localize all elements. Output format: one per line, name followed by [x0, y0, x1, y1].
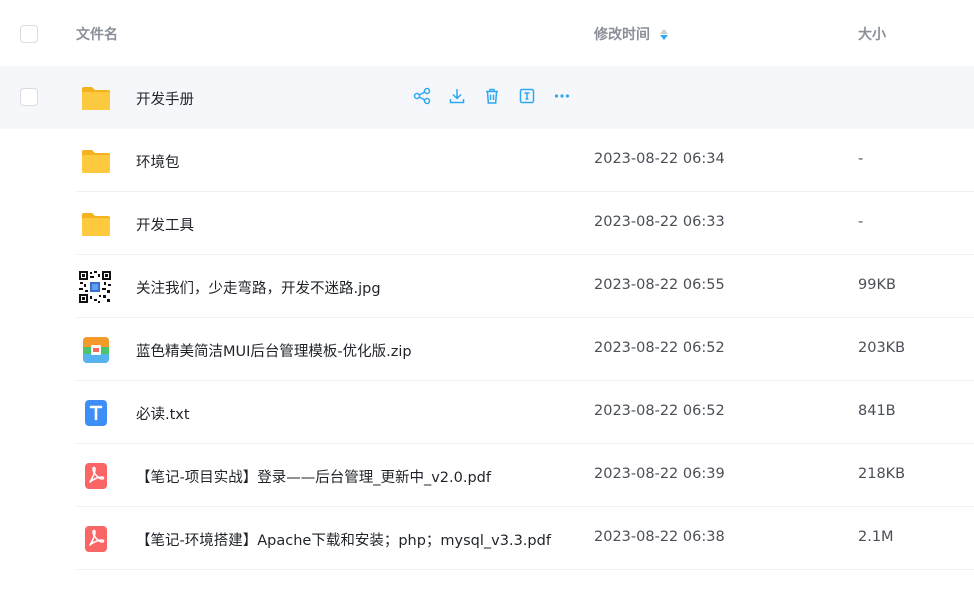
modified-time: 2023-08-22 06:52 [594, 340, 725, 356]
table-row[interactable]: 蓝色精美简洁MUI后台管理模板-优化版.zip 2023-08-22 06:52… [0, 318, 974, 381]
delete-icon[interactable] [482, 86, 502, 106]
text-file-icon [80, 397, 112, 429]
column-header-name[interactable]: 文件名 [76, 24, 118, 44]
row-actions [412, 86, 572, 106]
download-icon[interactable] [447, 86, 467, 106]
table-row[interactable]: 【笔记-项目实战】登录——后台管理_更新中_v2.0.pdf 2023-08-2… [0, 444, 974, 507]
folder-icon [80, 145, 112, 177]
select-all-checkbox[interactable] [20, 25, 38, 43]
table-header: 文件名 修改时间 大小 [0, 0, 974, 66]
file-name[interactable]: 关注我们，少走弯路，开发不迷路.jpg [136, 277, 381, 298]
column-header-modified-time[interactable]: 修改时间 [594, 24, 668, 44]
table-row[interactable]: 开发手册 [0, 66, 974, 129]
modified-time: 2023-08-22 06:55 [594, 277, 725, 293]
table-row[interactable]: 必读.txt 2023-08-22 06:52 841B [0, 381, 974, 444]
file-size: 218KB [858, 466, 906, 482]
file-name[interactable]: 【笔记-项目实战】登录——后台管理_更新中_v2.0.pdf [136, 466, 491, 487]
table-row[interactable]: 开发工具 2023-08-22 06:33 - [0, 192, 974, 255]
modified-time: 2023-08-22 06:39 [594, 466, 725, 482]
row-checkbox[interactable] [20, 88, 38, 106]
rename-icon[interactable] [517, 86, 537, 106]
pdf-file-icon [80, 460, 112, 492]
file-name[interactable]: 【笔记-环境搭建】Apache下载和安装；php；mysql_v3.3.pdf [136, 529, 551, 550]
file-size: 841B [858, 403, 896, 419]
file-size: 203KB [858, 340, 906, 356]
file-name[interactable]: 蓝色精美简洁MUI后台管理模板-优化版.zip [136, 340, 412, 361]
file-name[interactable]: 必读.txt [136, 403, 190, 424]
column-header-size[interactable]: 大小 [858, 24, 886, 44]
folder-icon [80, 82, 112, 114]
folder-icon [80, 208, 112, 240]
table-row[interactable]: 环境包 2023-08-22 06:34 - [0, 129, 974, 192]
share-icon[interactable] [412, 86, 432, 106]
modified-time: 2023-08-22 06:33 [594, 214, 725, 230]
modified-time: 2023-08-22 06:34 [594, 151, 725, 167]
file-table: 文件名 修改时间 大小 开发手册 环境包 2023-08-22 06:34 - … [0, 0, 974, 570]
file-size: - [858, 214, 864, 230]
qr-code-image-icon [78, 270, 112, 304]
file-name[interactable]: 开发手册 [136, 88, 194, 109]
file-name[interactable]: 开发工具 [136, 214, 194, 235]
table-row[interactable]: 关注我们，少走弯路，开发不迷路.jpg 2023-08-22 06:55 99K… [0, 255, 974, 318]
modified-time: 2023-08-22 06:52 [594, 403, 725, 419]
sort-icon[interactable] [660, 28, 668, 40]
file-size: 99KB [858, 277, 896, 293]
table-row[interactable]: 【笔记-环境搭建】Apache下载和安装；php；mysql_v3.3.pdf … [0, 507, 974, 570]
pdf-file-icon [80, 523, 112, 555]
more-icon[interactable] [552, 86, 572, 106]
modified-time: 2023-08-22 06:38 [594, 529, 725, 545]
file-size: 2.1M [858, 529, 894, 545]
file-name[interactable]: 环境包 [136, 151, 180, 172]
zip-archive-icon [80, 334, 112, 366]
file-size: - [858, 151, 864, 167]
